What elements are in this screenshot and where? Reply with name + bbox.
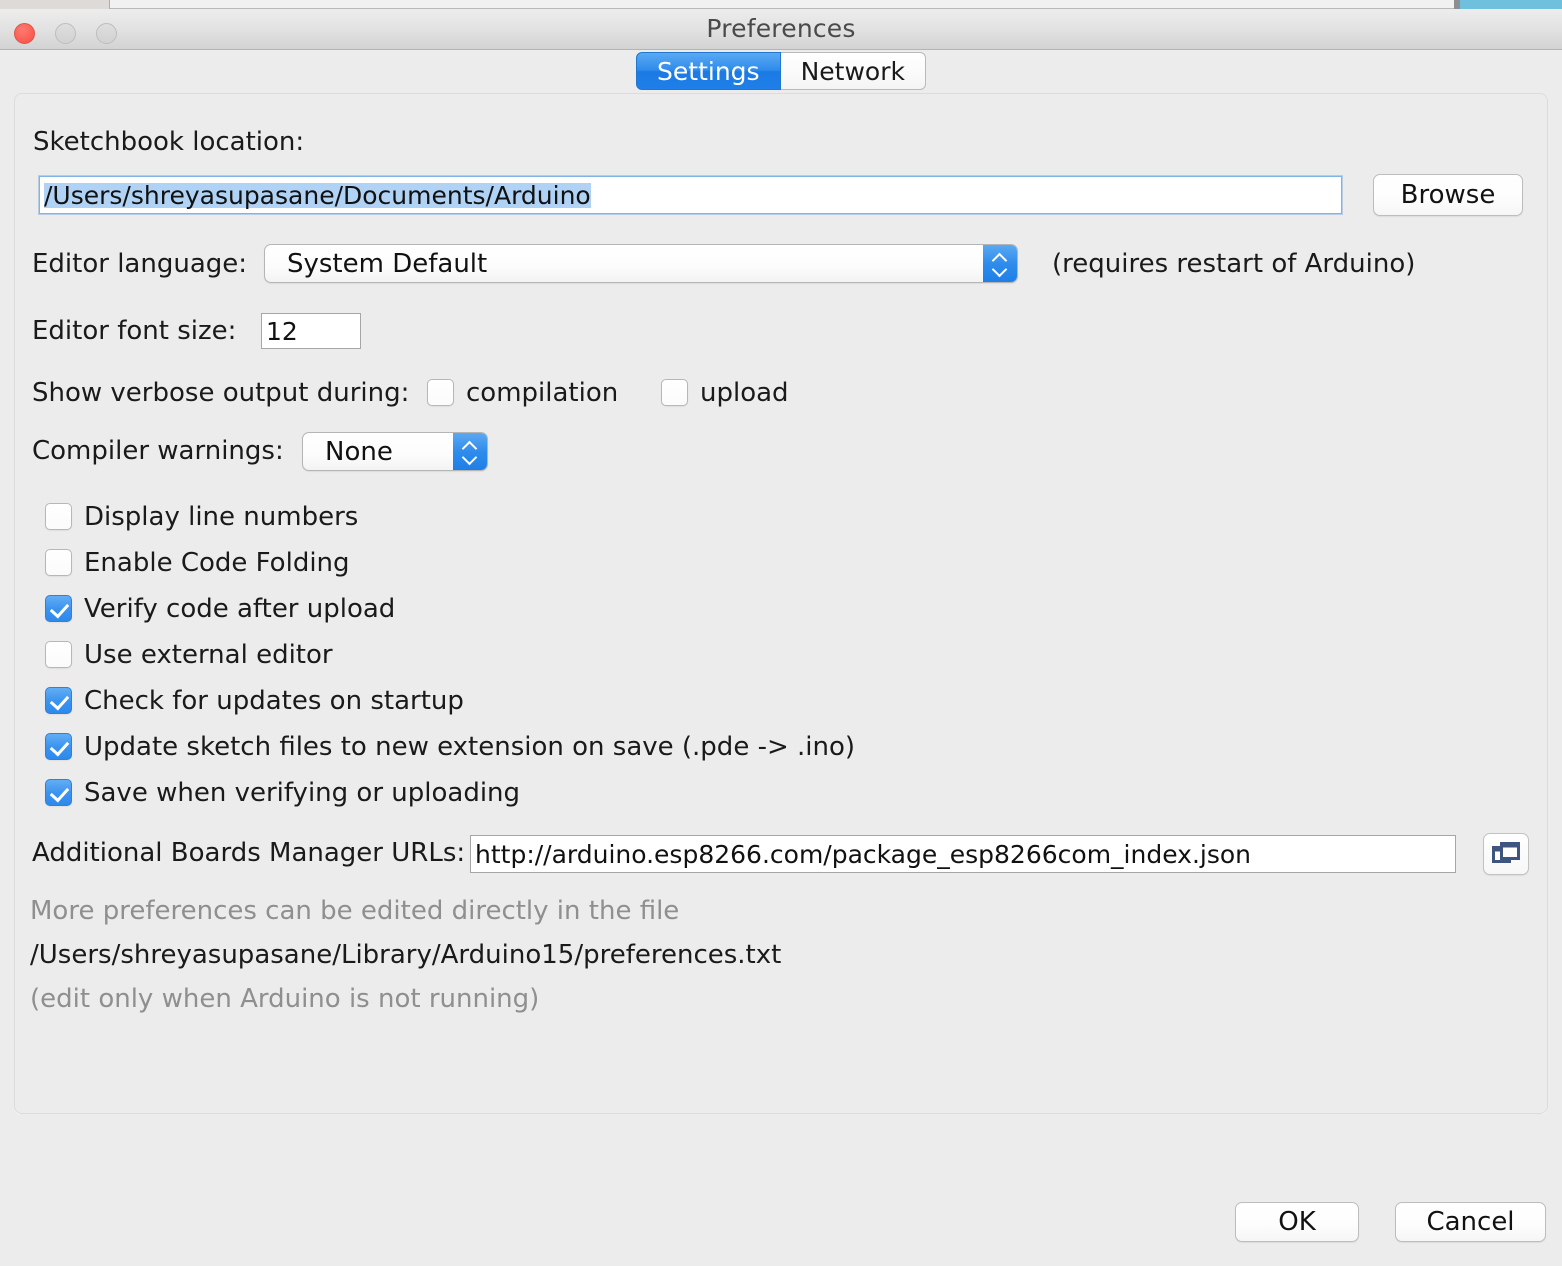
preferences-file-path: /Users/shreyasupasane/Library/Arduino15/… xyxy=(30,940,782,970)
verbose-compilation-checkbox[interactable] xyxy=(427,379,454,406)
checkbox-label-display-line-numbers: Display line numbers xyxy=(84,502,359,532)
editor-font-size-value: 12 xyxy=(266,316,298,346)
open-windows-icon xyxy=(1492,842,1520,863)
compiler-warnings-select[interactable]: None xyxy=(302,432,488,471)
cancel-button[interactable]: Cancel xyxy=(1395,1202,1546,1242)
checkbox-label-update-sketch-files: Update sketch files to new extension on … xyxy=(84,732,856,762)
tab-network[interactable]: Network xyxy=(780,52,926,90)
editor-font-size-input[interactable]: 12 xyxy=(261,313,361,349)
ok-button[interactable]: OK xyxy=(1235,1202,1359,1242)
verbose-upload-label: upload xyxy=(700,378,789,408)
sketchbook-location-input[interactable]: /Users/shreyasupasane/Documents/Arduino xyxy=(39,176,1342,214)
chevron-down-icon xyxy=(992,265,1008,274)
titlebar: Preferences xyxy=(0,9,1562,50)
chevron-up-icon xyxy=(462,442,478,451)
sketchbook-location-value: /Users/shreyasupasane/Documents/Arduino xyxy=(44,180,591,210)
checkbox-check-for-updates-on-startup[interactable] xyxy=(45,687,72,714)
close-button[interactable] xyxy=(14,23,35,44)
editor-language-select[interactable]: System Default xyxy=(264,244,1018,283)
checkbox-use-external-editor[interactable] xyxy=(45,641,72,668)
checkbox-save-when-verifying[interactable] xyxy=(45,779,72,806)
boards-manager-urls-expand-button[interactable] xyxy=(1483,833,1529,875)
editor-language-value: System Default xyxy=(287,248,488,279)
checkbox-display-line-numbers[interactable] xyxy=(45,503,72,530)
background-window-strip xyxy=(0,0,1562,9)
tab-settings[interactable]: Settings xyxy=(636,52,781,90)
verbose-upload-checkbox[interactable] xyxy=(661,379,688,406)
editor-language-stepper[interactable] xyxy=(983,245,1017,282)
checkbox-label-verify-code-after-upload: Verify code after upload xyxy=(84,594,396,624)
background-window-left-edge xyxy=(0,0,110,9)
zoom-button[interactable] xyxy=(96,23,117,44)
edit-warning-note: (edit only when Arduino is not running) xyxy=(30,984,540,1014)
editor-language-label: Editor language: xyxy=(32,249,248,279)
window-title: Preferences xyxy=(706,14,856,43)
checkbox-label-save-when-verifying: Save when verifying or uploading xyxy=(84,778,521,808)
compiler-warnings-stepper[interactable] xyxy=(453,433,487,470)
preferences-window: Preferences Settings Network Sketchbook … xyxy=(0,0,1562,1266)
editor-language-note: (requires restart of Arduino) xyxy=(1052,249,1416,279)
checkbox-verify-code-after-upload[interactable] xyxy=(45,595,72,622)
minimize-button[interactable] xyxy=(55,23,76,44)
more-preferences-note: More preferences can be edited directly … xyxy=(30,896,680,926)
browse-button[interactable]: Browse xyxy=(1373,174,1523,216)
checkbox-update-sketch-files[interactable] xyxy=(45,733,72,760)
verbose-output-label: Show verbose output during: xyxy=(32,378,410,408)
editor-font-size-label: Editor font size: xyxy=(32,316,237,346)
boards-manager-urls-label: Additional Boards Manager URLs: xyxy=(32,838,466,868)
background-window-accent xyxy=(1460,0,1562,9)
dialog-footer xyxy=(0,1114,1562,1266)
chevron-down-icon xyxy=(462,453,478,462)
tab-bar: Settings Network xyxy=(0,52,1562,94)
compiler-warnings-label: Compiler warnings: xyxy=(32,436,284,466)
checkbox-label-use-external-editor: Use external editor xyxy=(84,640,333,670)
checkbox-label-check-for-updates-on-startup: Check for updates on startup xyxy=(84,686,464,716)
boards-manager-urls-value: http://arduino.esp8266.com/package_esp82… xyxy=(475,839,1252,869)
sketchbook-location-label: Sketchbook location: xyxy=(33,127,305,157)
checkbox-label-enable-code-folding: Enable Code Folding xyxy=(84,548,350,578)
checkbox-enable-code-folding[interactable] xyxy=(45,549,72,576)
chevron-up-icon xyxy=(992,254,1008,263)
boards-manager-urls-input[interactable]: http://arduino.esp8266.com/package_esp82… xyxy=(470,835,1456,873)
compiler-warnings-value: None xyxy=(325,436,393,467)
verbose-compilation-label: compilation xyxy=(466,378,619,408)
